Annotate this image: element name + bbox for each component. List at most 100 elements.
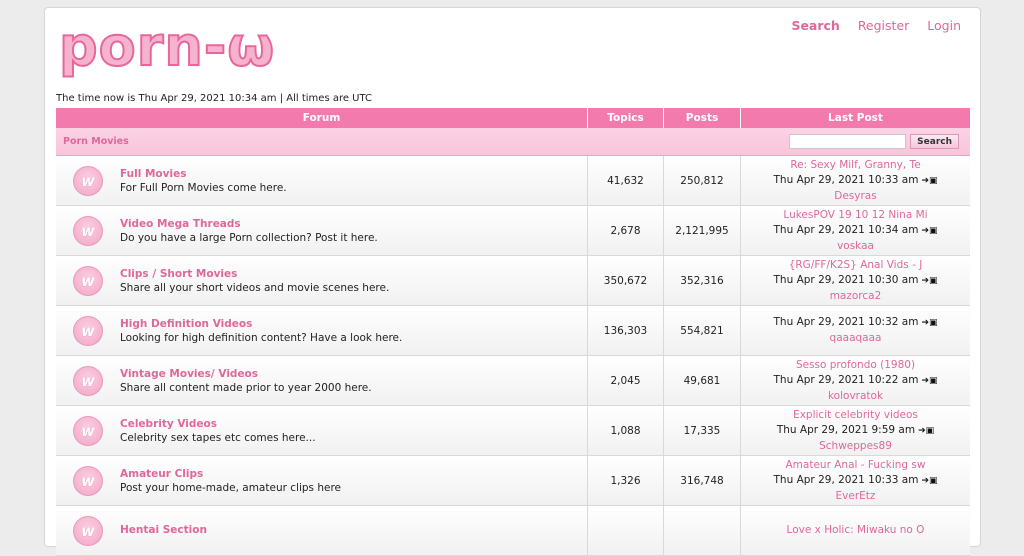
last-post-date-text: Thu Apr 29, 2021 10:33 am <box>773 173 919 186</box>
forum-name[interactable]: Video Mega Threads <box>120 218 378 230</box>
search-button[interactable]: Search <box>910 134 959 149</box>
forum-name[interactable]: Celebrity Videos <box>120 418 316 430</box>
last-post-user-link[interactable]: EverEtz <box>836 489 876 504</box>
posts-count: 49,681 <box>664 356 741 405</box>
topics-count: 350,672 <box>588 256 664 305</box>
last-post-cell: Amateur Anal - Fucking sw Thu Apr 29, 20… <box>741 456 970 505</box>
topics-count: 1,326 <box>588 456 664 505</box>
forum-table: Forum Topics Posts Last Post Porn Movies… <box>56 108 970 556</box>
forum-row: w Video Mega Threads Do you have a large… <box>56 206 970 256</box>
go-to-last-post-icon[interactable]: ➔▣ <box>918 424 934 439</box>
forum-cell: w Hentai Section <box>56 506 588 555</box>
last-post-topic-link[interactable]: Re: Sexy Milf, Granny, Te <box>790 158 920 173</box>
forum-row: w Hentai Section Love x Holic: Miwaku no… <box>56 506 970 556</box>
forum-cell: w Full Movies For Full Porn Movies come … <box>56 156 588 205</box>
last-post-cell: LukesPOV 19 10 12 Nina Mi Thu Apr 29, 20… <box>741 206 970 255</box>
last-post-user-link[interactable]: kolovratok <box>828 389 883 404</box>
forum-row: w Amateur Clips Post your home-made, ama… <box>56 456 970 506</box>
go-to-last-post-icon[interactable]: ➔▣ <box>921 316 937 331</box>
forum-w-icon: w <box>73 215 103 246</box>
forum-text: Video Mega Threads Do you have a large P… <box>120 218 378 244</box>
forum-name[interactable]: Full Movies <box>120 168 287 180</box>
column-topics: Topics <box>588 108 664 128</box>
last-post-topic-link[interactable]: LukesPOV 19 10 12 Nina Mi <box>783 208 927 223</box>
logo-text: porn-ω <box>58 15 276 78</box>
last-post-user-link[interactable]: voskaa <box>837 239 874 254</box>
top-links: Search Register Login <box>777 18 961 33</box>
forum-name[interactable]: Hentai Section <box>120 524 207 536</box>
last-post-date: Thu Apr 29, 2021 10:33 am ➔▣ <box>774 473 938 489</box>
forum-name[interactable]: Vintage Movies/ Videos <box>120 368 372 380</box>
last-post-cell: {RG/FF/K2S} Anal Vids - J Thu Apr 29, 20… <box>741 256 970 305</box>
forum-w-icon: w <box>73 315 103 346</box>
forum-rows: w Full Movies For Full Porn Movies come … <box>56 156 970 556</box>
last-post-date-text: Thu Apr 29, 2021 9:59 am <box>776 423 916 436</box>
forum-w-icon: w <box>73 165 103 196</box>
forum-name[interactable]: High Definition Videos <box>120 318 402 330</box>
last-post-date: Thu Apr 29, 2021 10:34 am ➔▣ <box>774 223 938 239</box>
topics-count: 2,678 <box>588 206 664 255</box>
forum-search: Search <box>789 134 959 149</box>
go-to-last-post-icon[interactable]: ➔▣ <box>921 374 937 389</box>
forum-description: Post your home-made, amateur clips here <box>120 481 341 494</box>
search-link[interactable]: Search <box>791 18 839 33</box>
last-post-user-link[interactable]: Schweppes89 <box>819 439 892 454</box>
last-post-date-text: Thu Apr 29, 2021 10:34 am <box>773 223 919 236</box>
topics-count: 1,088 <box>588 406 664 455</box>
last-post-topic-link[interactable]: Sesso profondo (1980) <box>796 358 915 373</box>
search-input[interactable] <box>789 134 907 149</box>
forum-text: Amateur Clips Post your home-made, amate… <box>120 468 341 494</box>
last-post-user-link[interactable]: mazorca2 <box>830 289 882 304</box>
login-link[interactable]: Login <box>927 18 961 33</box>
forum-name[interactable]: Clips / Short Movies <box>120 268 389 280</box>
last-post-date: Thu Apr 29, 2021 10:22 am ➔▣ <box>774 373 938 389</box>
forum-name[interactable]: Amateur Clips <box>120 468 341 480</box>
forum-w-icon: w <box>73 365 103 396</box>
last-post-date-text: Thu Apr 29, 2021 10:30 am <box>773 273 919 286</box>
register-link[interactable]: Register <box>858 18 909 33</box>
site-logo[interactable]: porn-ω <box>58 14 276 80</box>
last-post-user-link[interactable]: qaaaqaaa <box>830 331 882 346</box>
forum-text: Full Movies For Full Porn Movies come he… <box>120 168 287 194</box>
last-post-cell: Re: Sexy Milf, Granny, Te Thu Apr 29, 20… <box>741 156 970 205</box>
forum-cell: w Clips / Short Movies Share all your sh… <box>56 256 588 305</box>
forum-text: Hentai Section <box>120 524 207 538</box>
posts-count: 316,748 <box>664 456 741 505</box>
last-post-date: Thu Apr 29, 2021 10:33 am ➔▣ <box>774 173 938 189</box>
last-post-date-text: Thu Apr 29, 2021 10:32 am <box>773 316 919 328</box>
posts-count: 2,121,995 <box>664 206 741 255</box>
forum-w-icon: w <box>73 465 103 496</box>
go-to-last-post-icon[interactable]: ➔▣ <box>921 274 937 289</box>
topics-count <box>588 506 664 555</box>
go-to-last-post-icon[interactable]: ➔▣ <box>921 474 937 489</box>
last-post-topic-link[interactable]: Love x Holic: Miwaku no O <box>787 523 925 538</box>
go-to-last-post-icon[interactable]: ➔▣ <box>921 224 937 239</box>
forum-row: w Clips / Short Movies Share all your sh… <box>56 256 970 306</box>
topics-count: 2,045 <box>588 356 664 405</box>
last-post-date: Thu Apr 29, 2021 10:30 am ➔▣ <box>774 273 938 289</box>
forum-description: Share all content made prior to year 200… <box>120 381 372 394</box>
last-post-user-link[interactable]: Desyras <box>834 189 876 204</box>
forum-text: Vintage Movies/ Videos Share all content… <box>120 368 372 394</box>
column-forum: Forum <box>56 108 588 128</box>
last-post-topic-link[interactable]: Amateur Anal - Fucking sw <box>786 458 926 473</box>
last-post-date: Thu Apr 29, 2021 9:59 am ➔▣ <box>777 423 934 439</box>
category-title[interactable]: Porn Movies <box>63 136 129 147</box>
forum-cell: w Amateur Clips Post your home-made, ama… <box>56 456 588 505</box>
posts-count <box>664 506 741 555</box>
forum-text: High Definition Videos Looking for high … <box>120 318 402 344</box>
last-post-topic-link[interactable]: {RG/FF/K2S} Anal Vids - J <box>789 258 923 273</box>
forum-w-icon: w <box>73 415 103 446</box>
last-post-cell: Sesso profondo (1980) Thu Apr 29, 2021 1… <box>741 356 970 405</box>
last-post-topic-link[interactable]: Explicit celebrity videos <box>793 408 918 423</box>
topics-count: 41,632 <box>588 156 664 205</box>
forum-text: Clips / Short Movies Share all your shor… <box>120 268 389 294</box>
forum-row: w Celebrity Videos Celebrity sex tapes e… <box>56 406 970 456</box>
go-to-last-post-icon[interactable]: ➔▣ <box>921 174 937 189</box>
page-container: porn-ω Search Register Login The time no… <box>44 7 981 556</box>
forum-cell: w High Definition Videos Looking for hig… <box>56 306 588 355</box>
forum-row: w Vintage Movies/ Videos Share all conte… <box>56 356 970 406</box>
forum-description: For Full Porn Movies come here. <box>120 181 287 194</box>
table-header: Forum Topics Posts Last Post <box>56 108 970 128</box>
posts-count: 352,316 <box>664 256 741 305</box>
